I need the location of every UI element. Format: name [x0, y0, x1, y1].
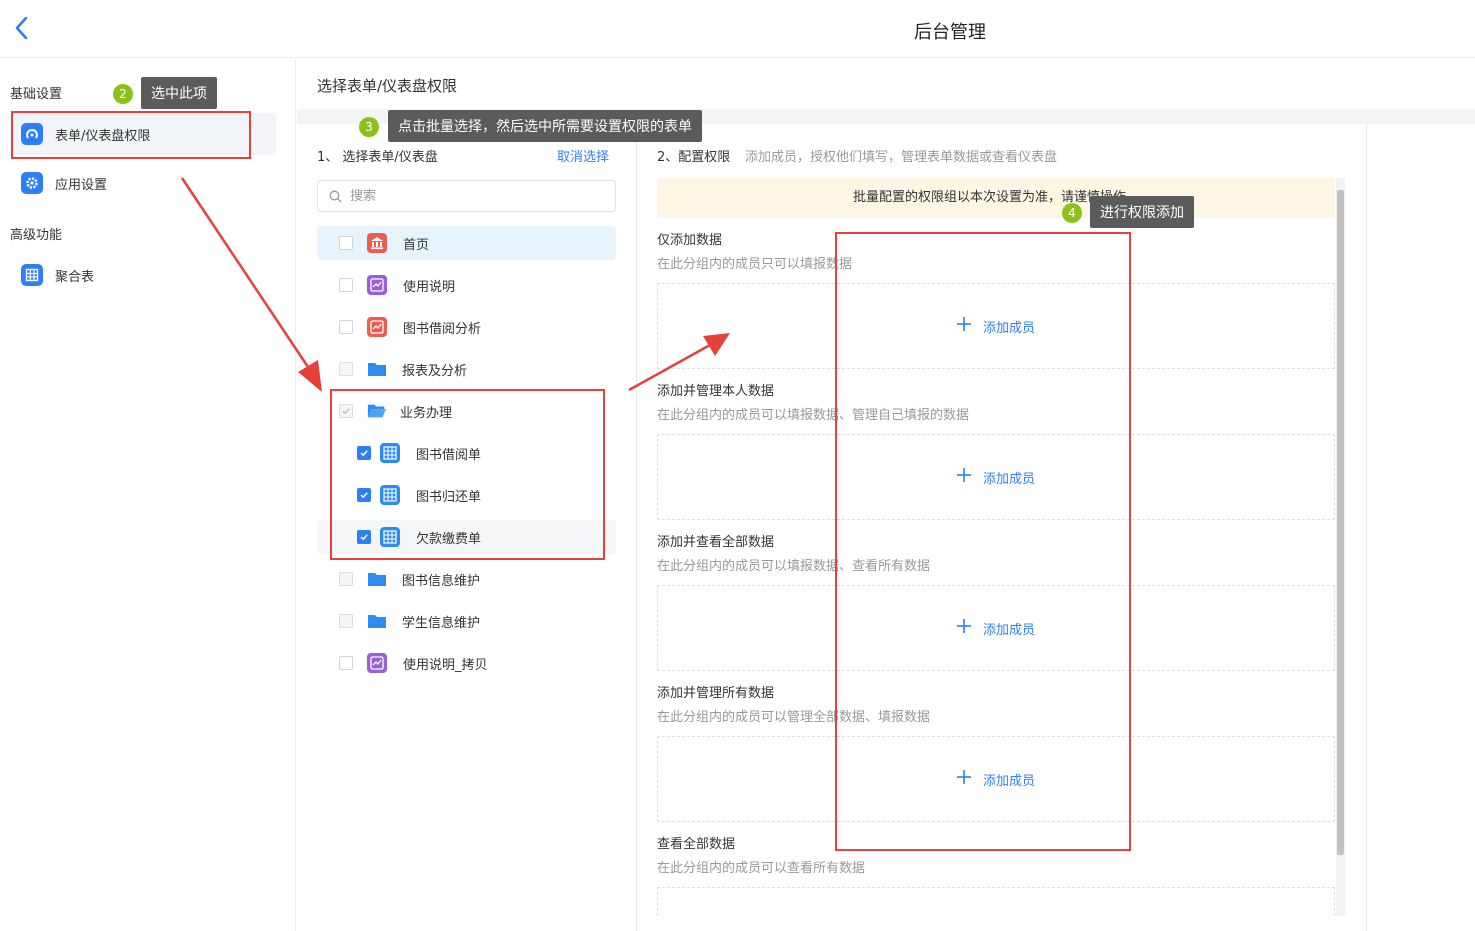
checkbox[interactable]: [339, 614, 353, 628]
sidebar-group-advanced: 高级功能: [10, 228, 63, 243]
annotation-highlight-box: [11, 111, 251, 159]
search-box: [317, 180, 616, 212]
list-item-label: 图书信息维护: [402, 573, 481, 589]
sidebar-item-label: 应用设置: [55, 177, 108, 193]
gear-icon: [21, 172, 43, 194]
list-item-usage-guide[interactable]: 使用说明: [317, 268, 616, 302]
annotation-tooltip: 点击批量选择，然后选中所需要设置权限的表单: [388, 110, 702, 142]
add-member-button[interactable]: [657, 887, 1335, 916]
home-icon: [367, 233, 387, 253]
folder-icon: [367, 611, 387, 631]
checkbox[interactable]: [339, 278, 353, 292]
list-item-usage-guide-copy[interactable]: 使用说明_拷贝: [317, 646, 616, 680]
step1-label: 1、 选择表单/仪表盘: [317, 150, 438, 165]
column-divider: [1366, 124, 1367, 931]
sidebar-item-label: 聚合表: [55, 269, 95, 285]
warning-banner: 批量配置的权限组以本次设置为准，请谨慎操作。: [657, 178, 1335, 218]
step2-description: 添加成员，授权他们填写，管理表单数据或查看仪表盘: [745, 150, 1058, 165]
sidebar-item-aggregate-table[interactable]: 聚合表: [10, 254, 276, 296]
folder-icon: [367, 569, 387, 589]
panel-title: 选择表单/仪表盘权限: [317, 77, 458, 95]
search-icon: [329, 190, 342, 203]
step-badge: 2: [113, 84, 133, 104]
page-title: 后台管理: [914, 22, 986, 43]
folder-icon: [367, 359, 387, 379]
list-item-label: 图书借阅分析: [403, 321, 482, 337]
annotation-highlight-box: [835, 232, 1131, 851]
group-title: 仅添加数据: [657, 233, 723, 248]
top-header: 后台管理: [0, 0, 1475, 58]
group-title: 查看全部数据: [657, 837, 736, 852]
checkbox[interactable]: [339, 572, 353, 586]
list-item-reports-folder[interactable]: 报表及分析: [317, 352, 616, 386]
table-icon: [21, 264, 43, 286]
group-title: 添加并管理所有数据: [657, 686, 775, 701]
sidebar-group-basic: 基础设置: [10, 87, 63, 102]
sidebar: 基础设置 表单/仪表盘权限 应用设置 高级功能 聚合表: [0, 59, 296, 931]
checkbox[interactable]: [339, 236, 353, 250]
list-item-borrow-analysis[interactable]: 图书借阅分析: [317, 310, 616, 344]
step2-label: 2、配置权限: [657, 150, 731, 165]
list-item-label: 使用说明_拷贝: [403, 657, 488, 673]
scrollbar-thumb[interactable]: [1337, 190, 1344, 855]
annotation-tooltip: 进行权限添加: [1090, 196, 1194, 228]
list-item-student-info-folder[interactable]: 学生信息维护: [317, 604, 616, 638]
dashboard-icon: [367, 275, 387, 295]
list-item-label: 首页: [403, 237, 430, 253]
group-description: 在此分组内的成员可以查看所有数据: [657, 861, 866, 876]
sidebar-item-app-settings[interactable]: 应用设置: [10, 162, 276, 204]
cancel-selection-link[interactable]: 取消选择: [557, 146, 609, 165]
chart-icon: [367, 317, 387, 337]
checkbox[interactable]: [339, 656, 353, 670]
list-item-home[interactable]: 首页: [317, 226, 616, 260]
dashboard-icon: [367, 653, 387, 673]
list-item-label: 使用说明: [403, 279, 456, 295]
annotation-tooltip: 选中此项: [141, 77, 217, 109]
list-item-label: 报表及分析: [402, 363, 468, 379]
annotation-highlight-box: [330, 389, 605, 560]
list-item-book-info-folder[interactable]: 图书信息维护: [317, 562, 616, 596]
search-input[interactable]: [350, 188, 590, 204]
group-title: 添加并管理本人数据: [657, 384, 775, 399]
checkbox[interactable]: [339, 320, 353, 334]
list-item-label: 学生信息维护: [402, 615, 481, 631]
group-description: 在此分组内的成员只可以填报数据: [657, 257, 853, 272]
group-title: 添加并查看全部数据: [657, 535, 775, 550]
step-badge: 4: [1062, 203, 1082, 223]
checkbox[interactable]: [339, 362, 353, 376]
step-badge: 3: [359, 117, 379, 137]
